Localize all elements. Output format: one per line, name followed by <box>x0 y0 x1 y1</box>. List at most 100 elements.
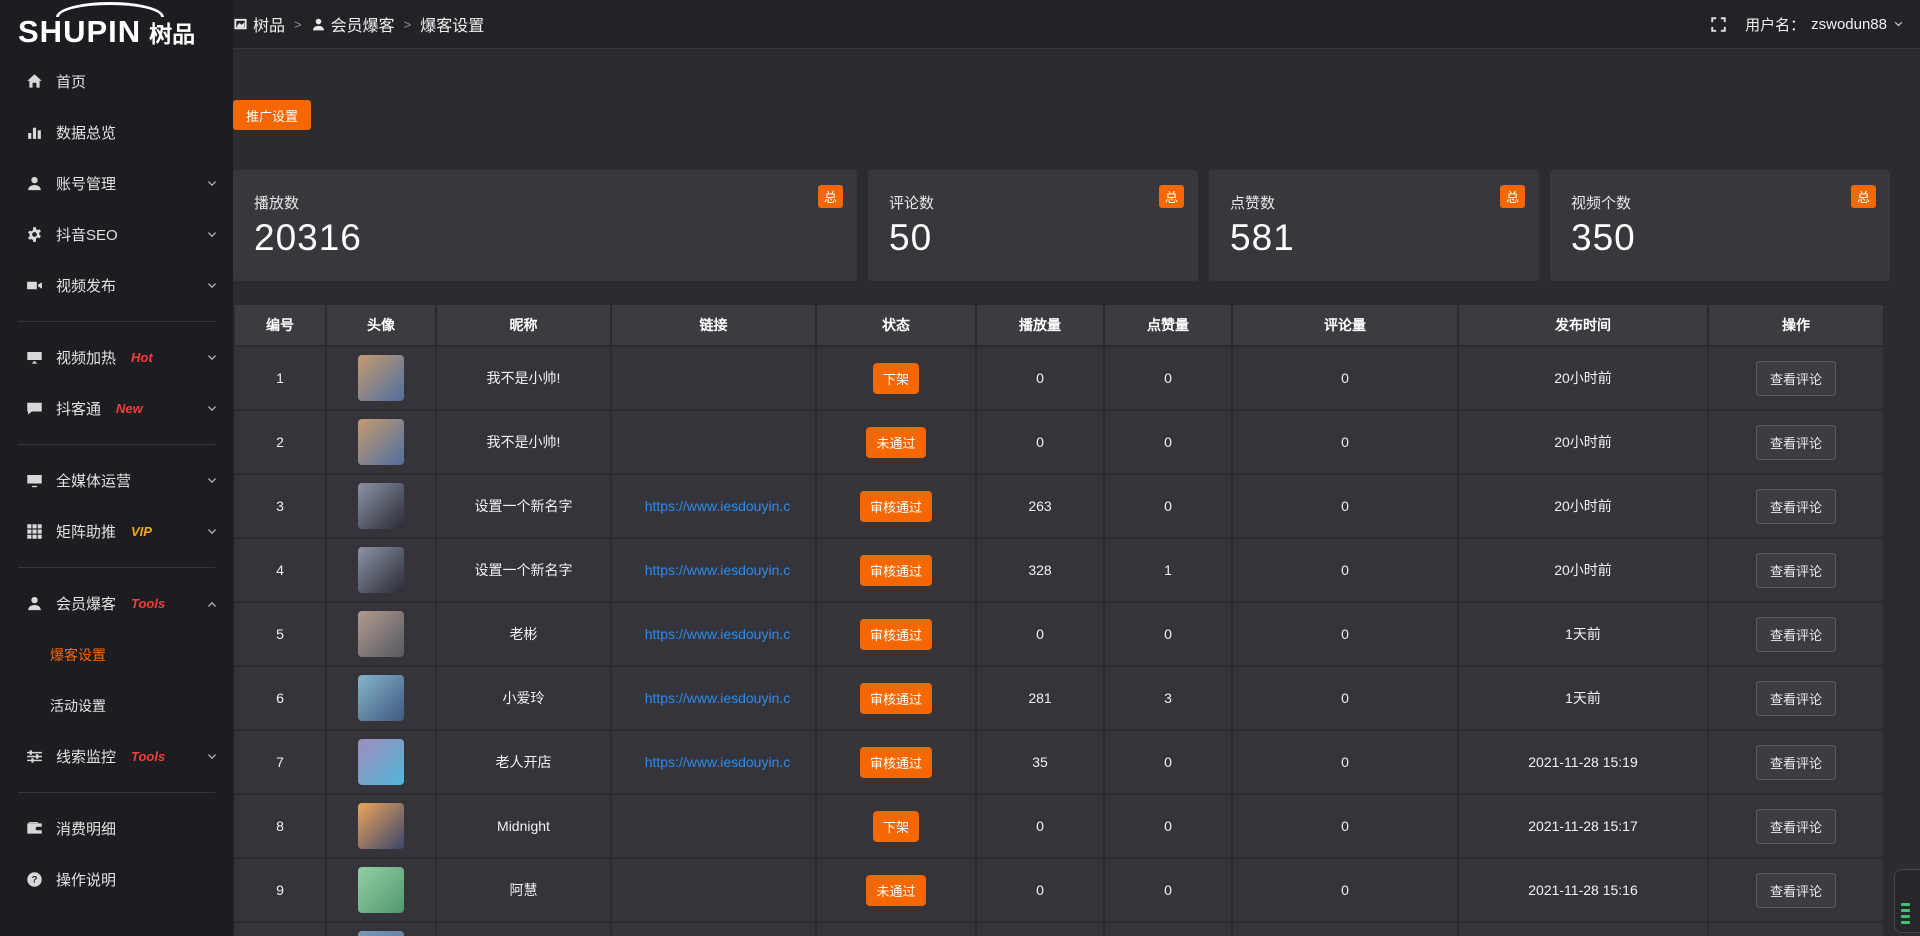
sidebar-item-douyin-seo[interactable]: 抖音SEO <box>0 209 233 260</box>
promo-settings-button[interactable]: 推广设置 <box>233 100 311 130</box>
profile-link[interactable]: https://www.iesdouyin.c <box>645 690 791 706</box>
stat-cards: 播放数20316总评论数50总点赞数581总视频个数350总 <box>233 170 1920 281</box>
sidebar-item-home[interactable]: 首页 <box>0 56 233 107</box>
sidebar-item-clue-monitor[interactable]: 线索监控Tools <box>0 731 233 782</box>
sidebar-item-member-baoke[interactable]: 会员爆客Tools <box>0 578 233 629</box>
stat-card-value: 50 <box>889 217 1198 259</box>
breadcrumb-label: 树品 <box>253 12 285 36</box>
user-menu[interactable]: 用户名：zswodun88 <box>1745 14 1904 35</box>
breadcrumb-item[interactable]: 树品 <box>233 12 285 36</box>
avatar <box>358 739 404 785</box>
column-header: 操作 <box>1708 304 1884 346</box>
sidebar-item-video-publish[interactable]: 视频发布 <box>0 260 233 311</box>
breadcrumb-item[interactable]: 爆客设置 <box>420 12 484 36</box>
view-comments-button[interactable]: 查看评论 <box>1756 489 1836 524</box>
cell-time: 2021-11-28 15:17 <box>1458 794 1708 858</box>
sidebar-item-omni-media-operation[interactable]: 全媒体运营 <box>0 455 233 506</box>
view-comments-button[interactable]: 查看评论 <box>1756 425 1836 460</box>
sidebar-subitem-baoke-settings[interactable]: 爆客设置 <box>0 629 233 680</box>
cell-nickname: 设置一个新名字 <box>436 474 611 538</box>
cell-nickname: 老彬 <box>436 602 611 666</box>
status-badge: 审核通过 <box>860 491 932 522</box>
widget-bar <box>1901 915 1910 918</box>
fullscreen-icon[interactable] <box>1710 16 1727 33</box>
sidebar-item-label: 首页 <box>56 71 86 92</box>
view-comments-button[interactable]: 查看评论 <box>1756 745 1836 780</box>
sidebar-item-video-heat[interactable]: 视频加热 Hot <box>0 332 233 383</box>
cell-actions: 查看评论 <box>1708 538 1884 602</box>
stat-card-label: 视频个数 <box>1571 192 1890 213</box>
sidebar-subitem-activity-settings[interactable]: 活动设置 <box>0 680 233 731</box>
cell-time: 2021-11-28 15:19 <box>1458 730 1708 794</box>
sidebar-item-data-overview[interactable]: 数据总览 <box>0 107 233 158</box>
view-comments-button[interactable]: 查看评论 <box>1756 681 1836 716</box>
menu-divider <box>18 321 215 322</box>
view-comments-button[interactable]: 查看评论 <box>1756 873 1836 908</box>
table-row: 1我不是小帅!下架00020小时前查看评论 <box>234 346 1884 410</box>
cell-actions: 查看评论 <box>1708 858 1884 922</box>
logo-text-en: SHUPIN <box>18 14 141 49</box>
profile-link[interactable]: https://www.iesdouyin.c <box>645 562 791 578</box>
bar-chart-icon <box>26 124 43 141</box>
sidebar-item-account-management[interactable]: 账号管理 <box>0 158 233 209</box>
widget-bar <box>1901 903 1910 906</box>
sidebar-item-operation-guide[interactable]: ?操作说明 <box>0 854 233 905</box>
sidebar-item-label: 抖音SEO <box>56 224 118 245</box>
floating-widget[interactable] <box>1894 869 1920 933</box>
cell-likes: 0 <box>1104 730 1232 794</box>
cell-likes: 3 <box>1104 666 1232 730</box>
column-header: 评论量 <box>1232 304 1458 346</box>
sidebar-item-label: 账号管理 <box>56 173 116 194</box>
cell-time: 1天前 <box>1458 602 1708 666</box>
stat-card-label: 播放数 <box>254 192 857 213</box>
view-comments-button[interactable]: 查看评论 <box>1756 553 1836 588</box>
status-badge: 未通过 <box>866 875 925 906</box>
status-badge: 下架 <box>873 811 919 842</box>
sidebar-item-badge: Hot <box>131 350 153 365</box>
profile-link[interactable]: https://www.iesdouyin.c <box>645 626 791 642</box>
column-header: 昵称 <box>436 304 611 346</box>
cell-status: 审核通过 <box>816 538 976 602</box>
cell-plays: 35 <box>976 730 1104 794</box>
chevron-down-icon <box>206 178 218 190</box>
avatar <box>358 867 404 913</box>
cell-likes: 1 <box>1104 538 1232 602</box>
cell-avatar <box>326 346 436 410</box>
avatar <box>358 611 404 657</box>
stat-card: 视频个数350总 <box>1550 170 1890 281</box>
status-badge: 未通过 <box>866 427 925 458</box>
cell-likes: 0 <box>1104 474 1232 538</box>
sidebar-item-label: 线索监控 <box>56 746 116 767</box>
cell-likes: 0 <box>1104 602 1232 666</box>
view-comments-button[interactable]: 查看评论 <box>1756 361 1836 396</box>
cell-time: 1天前 <box>1458 666 1708 730</box>
profile-link[interactable]: https://www.iesdouyin.c <box>645 498 791 514</box>
home-icon <box>26 73 43 90</box>
sidebar-item-matrix-boost[interactable]: 矩阵助推VIP <box>0 506 233 557</box>
breadcrumb-item[interactable]: 会员爆客 <box>311 12 395 36</box>
cell-link <box>611 858 816 922</box>
sidebar-item-consumption-detail[interactable]: 消费明细 <box>0 803 233 854</box>
total-badge: 总 <box>1851 185 1876 208</box>
sidebar-item-label: 视频加热 <box>56 347 116 368</box>
stat-card-value: 581 <box>1230 217 1539 259</box>
cell-plays: 0 <box>976 858 1104 922</box>
cell-avatar <box>326 474 436 538</box>
profile-link[interactable]: https://www.iesdouyin.c <box>645 754 791 770</box>
cell-comments: 0 <box>1232 474 1458 538</box>
menu-divider <box>18 567 215 568</box>
sidebar-item-label: 数据总览 <box>56 122 116 143</box>
view-comments-button[interactable]: 查看评论 <box>1756 617 1836 652</box>
cell-likes: 0 <box>1104 346 1232 410</box>
sidebar-item-doukatong[interactable]: 抖客通New <box>0 383 233 434</box>
cell-time: 20小时前 <box>1458 410 1708 474</box>
cell-link <box>611 346 816 410</box>
total-badge: 总 <box>1159 185 1184 208</box>
table-row: 8Midnight下架0002021-11-28 15:17查看评论 <box>234 794 1884 858</box>
cell-id: 7 <box>234 730 326 794</box>
cell-status: 未通过 <box>816 410 976 474</box>
sliders-icon <box>26 748 43 765</box>
view-comments-button[interactable]: 查看评论 <box>1756 809 1836 844</box>
cell-time: 20小时前 <box>1458 346 1708 410</box>
breadcrumb: 树品>会员爆客>爆客设置 <box>233 12 484 36</box>
